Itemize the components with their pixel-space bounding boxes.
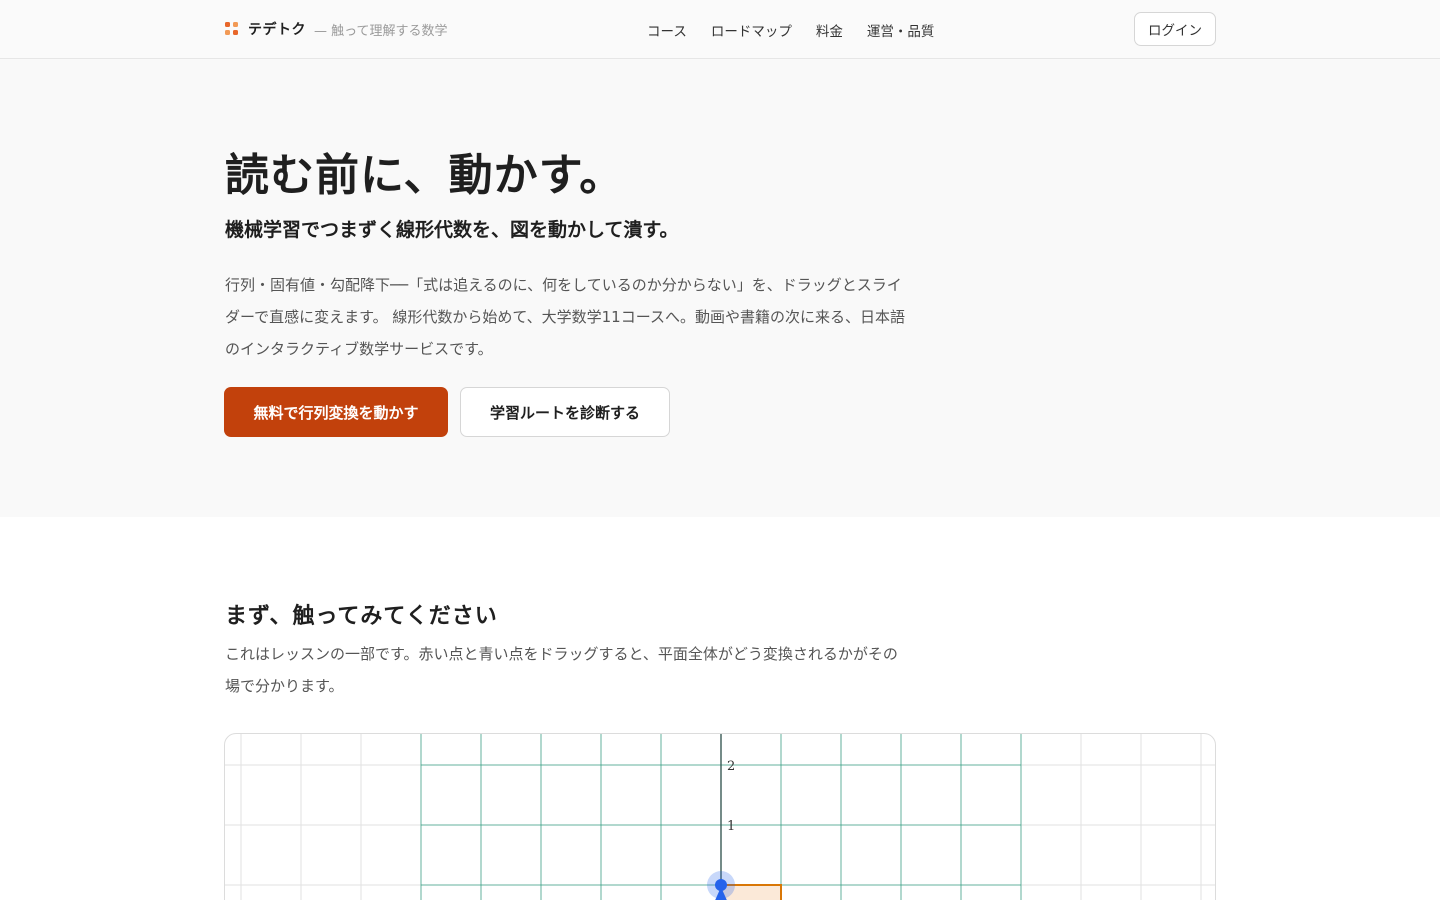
logo[interactable]: テデトク — 触って理解する数学 <box>225 18 447 40</box>
hero-description: 行列・固有値・勾配降下──「式は追えるのに、何をしているのか分からない」を、ドラ… <box>225 276 905 358</box>
brand-tagline: — 触って理解する数学 <box>314 23 448 39</box>
diagnose-route-button[interactable]: 学習ルートを診断する <box>460 387 670 437</box>
demo-section-title: まず、触ってみてください <box>225 604 498 629</box>
demo-section-description: これはレッスンの一部です。赤い点と青い点をドラッグすると、平面全体がどう変換され… <box>225 645 898 695</box>
nav-item-pricing[interactable]: 料金 <box>816 20 843 40</box>
nav-item-courses[interactable]: コース <box>647 20 687 40</box>
axis-tick-label: 2 <box>727 759 735 774</box>
hero-subtitle: 機械学習でつまずく線形代数を、図を動かして潰す。 <box>225 219 679 241</box>
axis-tick-label: 1 <box>727 819 735 834</box>
brand-name: テデトク <box>248 22 306 38</box>
nav-item-operations[interactable]: 運営・品質 <box>867 20 935 40</box>
login-button[interactable]: ログイン <box>1134 12 1216 46</box>
site-header: テデトク — 触って理解する数学 コース ロードマップ 料金 運営・品質 ログイ… <box>0 0 1440 59</box>
hero-title: 読む前に、動かす。 <box>225 150 625 201</box>
logo-icon <box>225 22 239 36</box>
transform-plane[interactable]: 321 <box>225 734 1216 900</box>
nav-item-roadmap[interactable]: ロードマップ <box>711 20 792 40</box>
hero-section: 読む前に、動かす。 機械学習でつまずく線形代数を、図を動かして潰す。 行列・固有… <box>0 59 1440 517</box>
try-matrix-transform-button[interactable]: 無料で行列変換を動かす <box>224 387 448 437</box>
matrix-transform-canvas[interactable]: 321 <box>224 733 1216 900</box>
main-nav: コース ロードマップ 料金 運営・品質 <box>647 20 934 40</box>
